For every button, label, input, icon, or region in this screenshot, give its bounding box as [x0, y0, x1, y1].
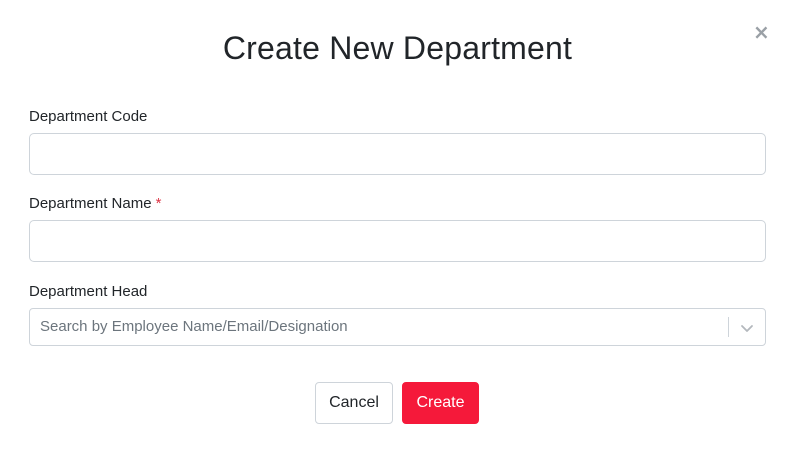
chevron-down-icon[interactable] [738, 319, 756, 337]
select-separator [728, 317, 729, 337]
department-head-select[interactable]: Search by Employee Name/Email/Designatio… [29, 308, 766, 346]
department-head-placeholder: Search by Employee Name/Email/Designatio… [40, 318, 348, 335]
department-name-label-text: Department Name [29, 195, 152, 212]
department-head-label-text: Department Head [29, 283, 148, 300]
cancel-button[interactable]: Cancel [315, 382, 393, 424]
department-code-input[interactable] [29, 133, 766, 175]
department-name-input[interactable] [29, 220, 766, 262]
required-marker: * [155, 195, 162, 212]
create-button[interactable]: Create [402, 382, 479, 424]
modal-title: Create New Department [222, 30, 573, 66]
create-department-modal: × Create New Department Department Code … [0, 0, 795, 457]
department-code-label: Department Code [29, 108, 147, 125]
department-head-label: Department Head [29, 283, 147, 300]
department-code-label-text: Department Code [29, 108, 148, 125]
department-name-label: Department Name * [29, 195, 161, 212]
